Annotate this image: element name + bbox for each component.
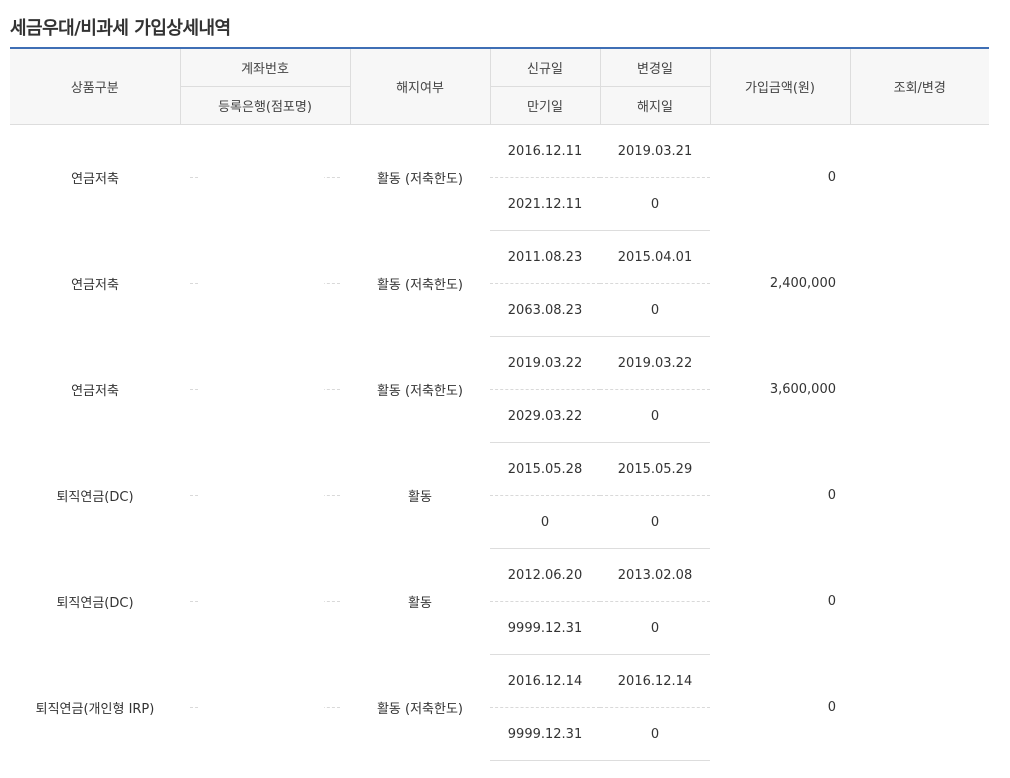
- table-row: 연금저축 활동 (저축한도) 2016.12.11 2019.03.21 0: [10, 124, 989, 187]
- amount-cell: 3,600,000: [769, 382, 836, 397]
- status-cell: 활동 (저축한도): [376, 278, 464, 293]
- product-type-cell: 퇴직연금(DC): [56, 490, 134, 505]
- redaction-mask: [198, 127, 324, 772]
- change-date-cell: 2013.02.08: [600, 548, 710, 602]
- status-cell: 활동: [408, 596, 432, 611]
- header-termination: 해지여부: [350, 47, 491, 125]
- termination-date-cell: 0: [600, 389, 710, 443]
- status-cell: 활동 (저축한도): [376, 172, 464, 188]
- change-date-cell: 2019.03.22: [600, 336, 710, 390]
- table-row: 퇴직연금(DC) 활동 2015.05.28 2015.05.29 0: [10, 442, 989, 505]
- maturity-date-cell: 2021.12.11: [490, 177, 600, 231]
- header-reg-bank: 등록은행(점포명): [180, 86, 351, 125]
- product-type-cell: 퇴직연금(DC): [56, 596, 134, 611]
- change-date-cell: 2016.12.14: [600, 654, 710, 708]
- table-row: 퇴직연금(DC) 활동 2012.06.20 2013.02.08 0: [10, 548, 989, 611]
- subscription-table-wrapper: 상품구분 계좌번호 해지여부 신규일 변경일 가입금액(원) 조회/변경 등록은…: [10, 47, 989, 761]
- header-new-date: 신규일: [490, 47, 601, 87]
- product-type-cell: 연금저축: [71, 278, 119, 293]
- action-cell: [850, 125, 989, 231]
- header-change-date: 변경일: [600, 47, 711, 87]
- change-date-cell: 2015.04.01: [600, 230, 710, 284]
- change-date-cell: 2015.05.29: [600, 442, 710, 496]
- header-action: 조회/변경: [850, 47, 989, 125]
- status-cell: 활동 (저축한도): [376, 702, 464, 717]
- amount-cell: 0: [827, 488, 836, 503]
- header-product-type: 상품구분: [10, 47, 181, 125]
- amount-cell: 0: [827, 594, 836, 609]
- table-row: 연금저축 활동 (저축한도) 2019.03.22 2019.03.22 3,6…: [10, 336, 989, 399]
- status-cell: 활동: [408, 490, 432, 505]
- maturity-date-cell: 9999.12.31: [490, 601, 600, 655]
- product-type-cell: 연금저축: [71, 384, 119, 399]
- amount-cell: 2,400,000: [769, 276, 836, 291]
- new-date-cell: 2015.05.28: [490, 442, 600, 496]
- amount-cell: 0: [827, 170, 836, 186]
- action-cell: [850, 655, 989, 761]
- header-account-no: 계좌번호: [180, 47, 351, 87]
- maturity-date-cell: 2029.03.22: [490, 389, 600, 443]
- maturity-date-cell: 9999.12.31: [490, 707, 600, 761]
- new-date-cell: 2016.12.11: [490, 124, 600, 178]
- termination-date-cell: 0: [600, 495, 710, 549]
- action-cell: [850, 443, 989, 549]
- change-date-cell: 2019.03.21: [600, 124, 710, 178]
- header-termination-date: 해지일: [600, 86, 711, 125]
- page-title: 세금우대/비과세 가입상세내역: [10, 18, 231, 39]
- termination-date-cell: 0: [600, 283, 710, 337]
- termination-date-cell: 0: [600, 707, 710, 761]
- new-date-cell: 2011.08.23: [490, 230, 600, 284]
- termination-date-cell: 0: [600, 177, 710, 231]
- action-cell: [850, 549, 989, 655]
- table-row: 연금저축 활동 (저축한도) 2011.08.23 2015.04.01 2,4…: [10, 230, 989, 293]
- new-date-cell: 2016.12.14: [490, 654, 600, 708]
- product-type-cell: 퇴직연금(개인형 IRP): [35, 702, 155, 717]
- status-cell: 활동 (저축한도): [376, 384, 464, 399]
- maturity-date-cell: 2063.08.23: [490, 283, 600, 337]
- action-cell: [850, 337, 989, 443]
- header-amount: 가입금액(원): [710, 47, 851, 125]
- product-type-cell: 연금저축: [71, 172, 119, 188]
- new-date-cell: 2019.03.22: [490, 336, 600, 390]
- termination-date-cell: 0: [600, 601, 710, 655]
- table-row: 퇴직연금(개인형 IRP) 활동 (저축한도) 2016.12.14 2016.…: [10, 654, 989, 717]
- amount-cell: 0: [827, 700, 836, 715]
- header-maturity-date: 만기일: [490, 86, 601, 125]
- new-date-cell: 2012.06.20: [490, 548, 600, 602]
- maturity-date-cell: 0: [490, 495, 600, 549]
- subscription-table: 상품구분 계좌번호 해지여부 신규일 변경일 가입금액(원) 조회/변경 등록은…: [10, 47, 989, 761]
- action-cell: [850, 231, 989, 337]
